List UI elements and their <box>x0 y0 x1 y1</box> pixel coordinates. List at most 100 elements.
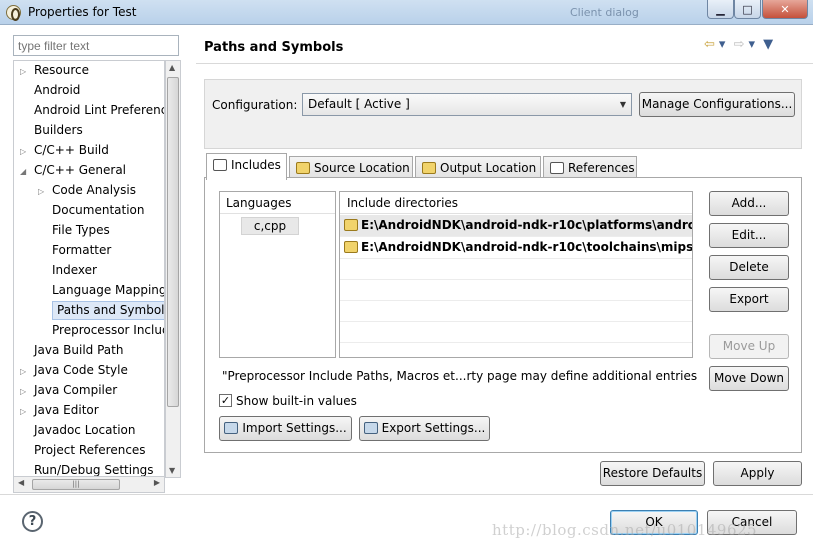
include-path: E:\AndroidNDK\android-ndk-r10c\toolchain… <box>361 240 692 254</box>
languages-list[interactable]: Languages c,cpp <box>219 191 336 358</box>
include-directories-table[interactable]: Include directories E:\AndroidNDK\androi… <box>339 191 693 358</box>
tree-item[interactable]: ▷ Resource <box>20 61 89 80</box>
tree-item[interactable]: Builders <box>20 121 83 140</box>
property-tree[interactable]: ▷ Resource Android Android Lint Preferences… <box>13 60 165 478</box>
tree-item[interactable]: ▷ C/C++ Build <box>20 141 109 160</box>
tree-item-label: Android Lint Preferences <box>34 103 164 117</box>
move-down-button[interactable]: Move Down <box>709 366 789 391</box>
close-icon: ✕ <box>780 2 790 16</box>
row-divider <box>340 321 692 322</box>
view-menu-icon[interactable]: ▼ <box>763 37 773 52</box>
tree-item-label: Language Mappings <box>52 283 165 297</box>
tree-item[interactable]: Javadoc Location <box>20 421 135 440</box>
move-up-button[interactable]: Move Up <box>709 334 789 359</box>
expand-arrow-icon[interactable]: ▷ <box>20 142 30 161</box>
tree-item[interactable]: Preprocessor Include Paths <box>38 321 164 340</box>
dropdown-arrow-icon: ▼ <box>619 100 626 109</box>
window-title: Properties for Test <box>28 5 137 19</box>
tab-label: References <box>568 161 635 175</box>
language-item[interactable]: c,cpp <box>241 217 299 235</box>
export-settings-button[interactable]: Export Settings... <box>359 416 490 441</box>
import-settings-button[interactable]: Import Settings... <box>219 416 352 441</box>
delete-button[interactable]: Delete <box>709 255 789 280</box>
close-button[interactable]: ✕ <box>762 0 808 19</box>
maximize-icon: □ <box>742 2 753 16</box>
expand-arrow-icon[interactable]: ▷ <box>20 402 30 421</box>
tree-item[interactable]: Indexer <box>38 261 97 280</box>
export-button[interactable]: Export <box>709 287 789 312</box>
tree-item[interactable]: ▷ Java Compiler <box>20 381 117 400</box>
tree-item-label: Project References <box>34 443 146 457</box>
tree-item[interactable]: Documentation <box>38 201 145 220</box>
expanded-arrow-icon[interactable]: ◢ <box>20 162 30 181</box>
configuration-value: Default [ Active ] <box>308 97 410 111</box>
minimize-icon: ▁ <box>716 2 725 16</box>
back-arrow-icon[interactable]: ⇦ <box>704 37 715 52</box>
tree-horizontal-scrollbar[interactable]: ◀ ||| ▶ <box>13 476 165 493</box>
add-button[interactable]: Add... <box>709 191 789 216</box>
configuration-select[interactable]: Default [ Active ] ▼ <box>302 93 632 116</box>
tree-item[interactable]: Project References <box>20 441 146 460</box>
page-navigation: ⇦ ▾ ⇨ ▾ ▼ <box>704 37 777 52</box>
tree-item[interactable]: ◢ C/C++ General <box>20 161 126 180</box>
restore-defaults-button[interactable]: Restore Defaults <box>600 461 705 486</box>
apply-button[interactable]: Apply <box>713 461 802 486</box>
forward-menu-icon[interactable]: ▾ <box>748 37 755 52</box>
include-path: E:\AndroidNDK\android-ndk-r10c\platforms… <box>361 218 692 232</box>
include-folder-icon <box>344 219 358 231</box>
table-row[interactable]: E:\AndroidNDK\android-ndk-r10c\platforms… <box>340 215 692 237</box>
tree-item[interactable]: Language Mappings <box>38 281 165 300</box>
help-icon[interactable]: ? <box>22 511 43 532</box>
scrollbar-thumb[interactable]: ||| <box>32 479 120 490</box>
tree-item-label: Run/Debug Settings <box>34 463 154 477</box>
maximize-button[interactable]: □ <box>734 0 761 19</box>
tab-label: Output Location <box>440 161 537 175</box>
tree-item[interactable]: Formatter <box>38 241 111 260</box>
references-icon <box>550 162 564 174</box>
tree-item-label: Preprocessor Include Paths <box>52 323 164 337</box>
expand-arrow-icon[interactable]: ▷ <box>38 182 48 201</box>
tab-label: Source Location <box>314 161 410 175</box>
scrollbar-thumb[interactable] <box>167 77 179 407</box>
tab-source-location[interactable]: Source Location <box>289 156 413 179</box>
export-settings-label: Export Settings... <box>381 421 486 435</box>
manage-configurations-button[interactable]: Manage Configurations... <box>639 92 795 117</box>
tree-item[interactable]: ▷ Java Editor <box>20 401 99 420</box>
watermark: http://blog.csdn.net/u010149625 <box>492 521 758 539</box>
table-row[interactable]: E:\AndroidNDK\android-ndk-r10c\toolchain… <box>340 237 692 259</box>
forward-arrow-icon[interactable]: ⇨ <box>734 37 745 52</box>
tree-vertical-scrollbar[interactable]: ▲ ▼ <box>165 60 181 478</box>
scroll-right-arrow-icon[interactable]: ▶ <box>154 478 160 487</box>
tree-item-label: Paths and Symbols <box>57 303 165 317</box>
expand-arrow-icon[interactable]: ▷ <box>20 382 30 401</box>
tab-references[interactable]: References <box>543 156 637 179</box>
tree-item[interactable]: Android Lint Preferences <box>20 101 164 120</box>
scroll-up-arrow-icon[interactable]: ▲ <box>169 63 175 72</box>
tree-item[interactable]: File Types <box>38 221 110 240</box>
tree-item-label: C/C++ Build <box>34 143 109 157</box>
folder-icon <box>422 162 436 174</box>
scroll-down-arrow-icon[interactable]: ▼ <box>169 466 175 475</box>
back-menu-icon[interactable]: ▾ <box>719 37 726 52</box>
expand-arrow-icon[interactable]: ▷ <box>20 362 30 381</box>
tree-item-label: Resource <box>34 63 90 77</box>
tree-item-label: Code Analysis <box>52 183 136 197</box>
minimize-button[interactable]: ▁ <box>707 0 734 19</box>
filter-input[interactable] <box>13 35 179 56</box>
tab-output-location[interactable]: Output Location <box>415 156 541 179</box>
tree-item-label: Indexer <box>52 263 97 277</box>
tree-item[interactable]: ▷ Java Code Style <box>20 361 128 380</box>
tab-includes[interactable]: Includes <box>206 153 287 180</box>
tree-item[interactable]: Paths and Symbols <box>52 301 165 320</box>
tree-item[interactable]: ▷ Code Analysis <box>38 181 136 200</box>
include-directories-header: Include directories <box>340 192 692 214</box>
tree-item[interactable]: Java Build Path <box>20 341 123 360</box>
scroll-left-arrow-icon[interactable]: ◀ <box>18 478 24 487</box>
show-builtin-checkbox[interactable]: ✓ <box>219 394 232 407</box>
import-icon <box>224 422 239 434</box>
title-bar: Properties for Test Client dialog ▁ □ ✕ <box>0 0 813 25</box>
header-divider <box>196 63 813 64</box>
edit-button[interactable]: Edit... <box>709 223 789 248</box>
expand-arrow-icon[interactable]: ▷ <box>20 62 30 81</box>
tree-item[interactable]: Android <box>20 81 80 100</box>
